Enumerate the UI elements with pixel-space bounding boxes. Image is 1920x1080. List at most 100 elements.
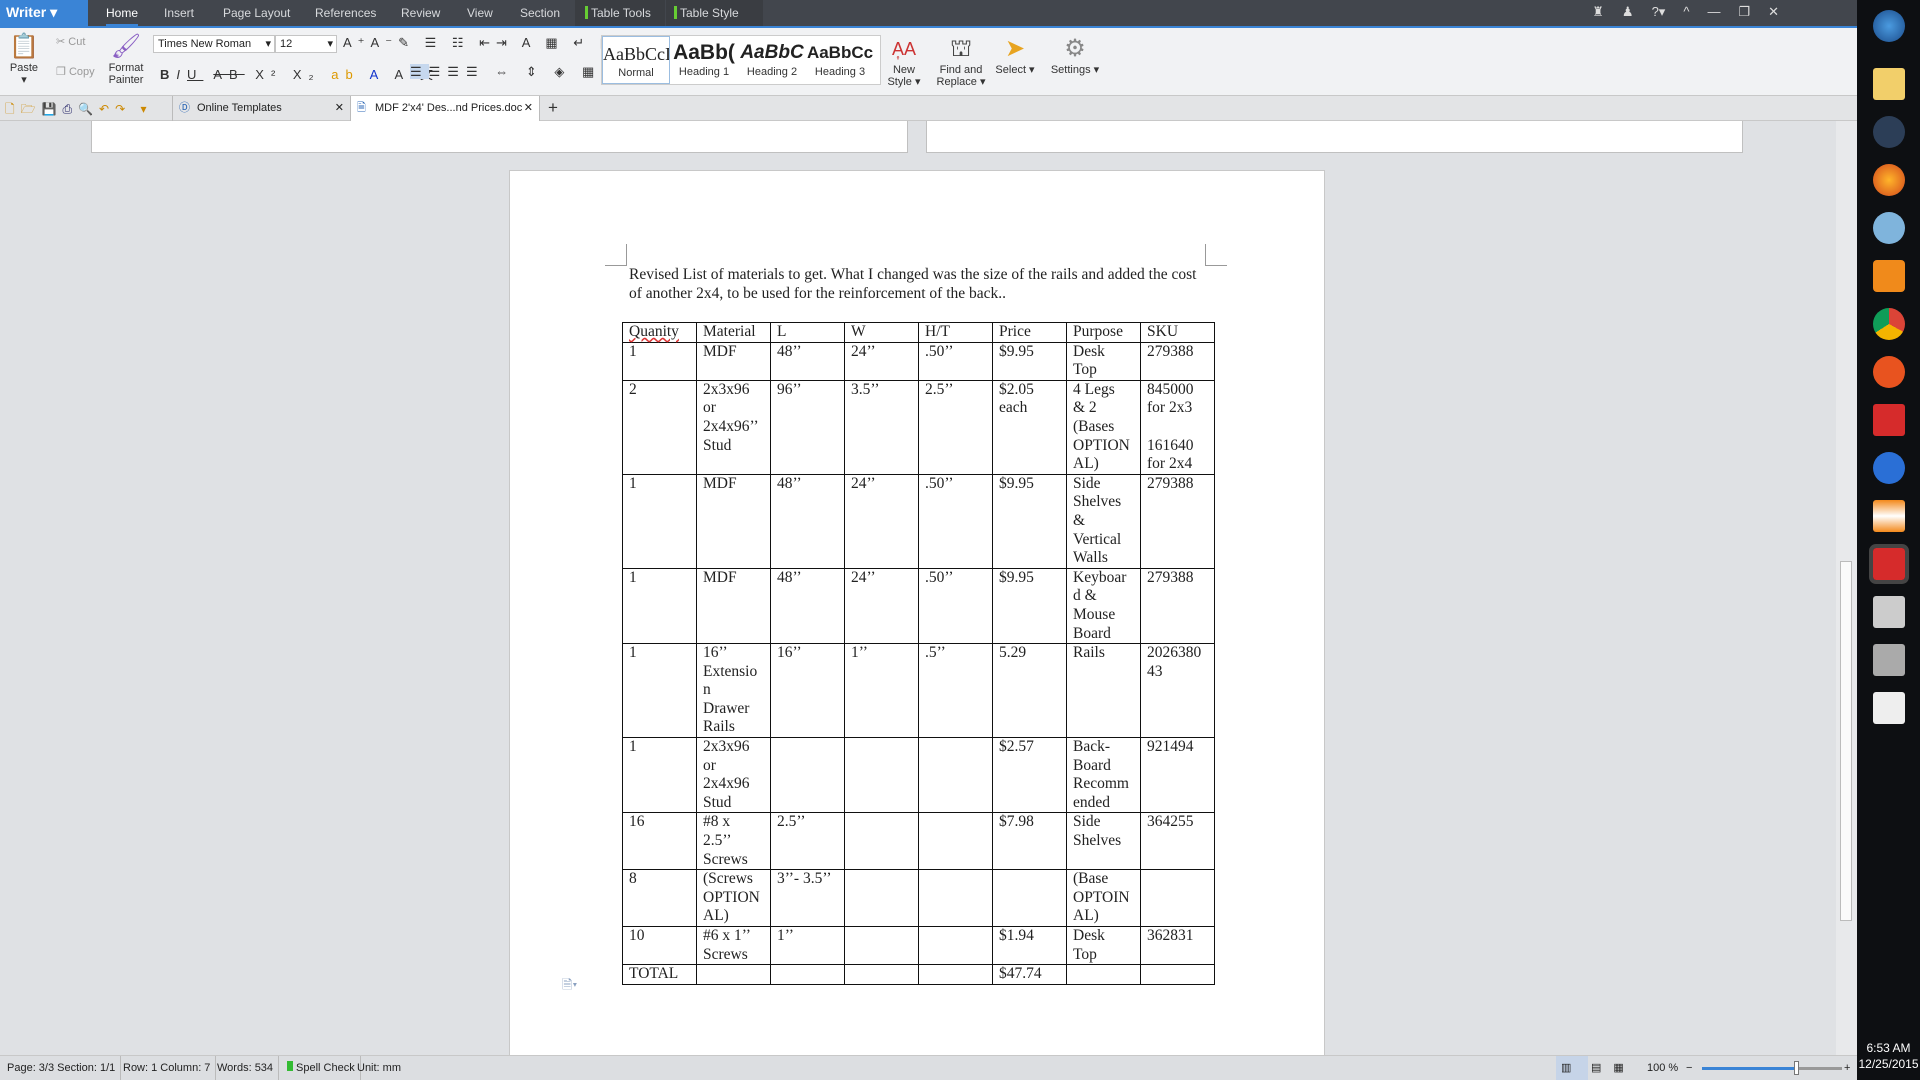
- document-area[interactable]: Revised List of materials to get. What I…: [0, 121, 1836, 1055]
- table-cell[interactable]: 3.5’’: [844, 379, 919, 475]
- media-player-icon[interactable]: [1873, 260, 1905, 292]
- vlc-icon[interactable]: [1873, 500, 1905, 532]
- wps-presentation-icon[interactable]: [1873, 404, 1905, 436]
- find-replace-button[interactable]: ⛫ Find and Replace ▾: [934, 34, 988, 88]
- table-cell[interactable]: .50’’: [918, 473, 993, 569]
- tab-section[interactable]: Section: [520, 0, 560, 26]
- table-cell[interactable]: 1: [622, 737, 697, 814]
- table-cell[interactable]: MDF: [696, 567, 771, 645]
- table-cell[interactable]: $2.05 each: [992, 379, 1067, 475]
- table-header-cell[interactable]: L: [770, 322, 845, 343]
- close-tab-icon[interactable]: ✕: [524, 96, 533, 121]
- system-clock[interactable]: 6:53 AM 12/25/2015: [1857, 1040, 1920, 1072]
- table-cell[interactable]: [696, 964, 771, 985]
- close-tab-icon[interactable]: ✕: [335, 96, 344, 121]
- paragraph-tools[interactable]: ☰☰☰☰ ⇔ ⇕ ◈ ▦: [410, 64, 601, 80]
- table-cell[interactable]: 3’’- 3.5’’: [770, 869, 845, 927]
- firefox-icon[interactable]: [1873, 164, 1905, 196]
- table-cell[interactable]: #8 x 2.5’’ Screws: [696, 812, 771, 871]
- table-cell[interactable]: 1’’: [770, 925, 845, 966]
- table-cell[interactable]: 845000 for 2x3 161640 for 2x4: [1140, 379, 1215, 475]
- table-cell[interactable]: 364255: [1140, 812, 1215, 871]
- table-cell[interactable]: 921494: [1140, 737, 1215, 814]
- table-cell[interactable]: [1140, 964, 1215, 985]
- help-icon[interactable]: ?▾: [1652, 4, 1666, 20]
- table-cell[interactable]: Side Shelves: [1066, 812, 1141, 871]
- style-heading-1[interactable]: AaBb(Heading 1: [670, 36, 738, 84]
- style-normal[interactable]: AaBbCcI Normal: [602, 36, 670, 84]
- table-cell[interactable]: Desk Top: [1066, 925, 1141, 966]
- table-cell[interactable]: 96’’: [770, 379, 845, 475]
- table-cell[interactable]: 2.5’’: [918, 379, 993, 475]
- table-cell[interactable]: 16’’: [770, 643, 845, 739]
- wps-writer-icon[interactable]: [1869, 544, 1909, 584]
- table-cell[interactable]: (Screws OPTION AL): [696, 869, 771, 927]
- page[interactable]: Revised List of materials to get. What I…: [509, 170, 1325, 1055]
- spell-check[interactable]: Spell Check: [282, 1056, 361, 1080]
- table-cell[interactable]: MDF: [696, 341, 771, 381]
- writer-menu-button[interactable]: Writer ▾: [0, 0, 88, 26]
- table-cell[interactable]: Rails: [1066, 643, 1141, 739]
- table-cell[interactable]: [918, 737, 993, 814]
- table-cell[interactable]: 16’’ Extensio n Drawer Rails: [696, 643, 771, 739]
- gamepad-icon[interactable]: [1873, 596, 1905, 628]
- vertical-scrollbar[interactable]: [1836, 121, 1857, 1055]
- table-cell[interactable]: 1: [622, 473, 697, 569]
- new-tab-button[interactable]: +: [548, 98, 558, 118]
- tab-table-tools[interactable]: Table Tools: [575, 0, 665, 26]
- zoom-slider[interactable]: [1702, 1061, 1842, 1075]
- table-cell[interactable]: .50’’: [918, 567, 993, 645]
- tab-page-layout[interactable]: Page Layout: [223, 0, 290, 26]
- table-cell[interactable]: 16: [622, 812, 697, 871]
- view-mode-buttons[interactable]: ▤▦: [1586, 1056, 1641, 1080]
- table-cell[interactable]: [1066, 964, 1141, 985]
- table-cell[interactable]: 362831: [1140, 925, 1215, 966]
- table-cell[interactable]: 24’’: [844, 341, 919, 381]
- table-cell[interactable]: Keyboar d & Mouse Board: [1066, 567, 1141, 645]
- paste-button[interactable]: 📋 Paste ▾: [6, 32, 42, 86]
- table-header-cell[interactable]: Price: [992, 322, 1067, 343]
- table-cell[interactable]: 4 Legs & 2 (Bases OPTION AL): [1066, 379, 1141, 475]
- table-header-cell[interactable]: Material: [696, 322, 771, 343]
- table-header-cell[interactable]: Quanity: [622, 322, 697, 343]
- table-cell[interactable]: 279388: [1140, 341, 1215, 381]
- table-cell[interactable]: 8: [622, 869, 697, 927]
- table-cell[interactable]: TOTAL: [622, 964, 697, 985]
- font-size-select[interactable]: 12 ▾: [275, 35, 337, 53]
- table-header-cell[interactable]: Purpose: [1066, 322, 1141, 343]
- tab-review[interactable]: Review: [401, 0, 440, 26]
- close-icon[interactable]: ✕: [1768, 4, 1779, 20]
- tab-references[interactable]: References: [315, 0, 376, 26]
- tab-online-templates[interactable]: Ⓓ Online Templates ✕: [172, 96, 350, 121]
- malwarebytes-icon[interactable]: [1873, 452, 1905, 484]
- zoom-in-button[interactable]: +: [1844, 1056, 1850, 1080]
- table-cell[interactable]: [844, 869, 919, 927]
- table-cell[interactable]: [844, 925, 919, 966]
- paste-options-icon[interactable]: 🗎▾: [562, 976, 577, 998]
- table-cell[interactable]: $9.95: [992, 567, 1067, 645]
- font-family-select[interactable]: Times New Roman ▾: [153, 35, 275, 53]
- table-cell[interactable]: [770, 737, 845, 814]
- table-cell[interactable]: 1: [622, 643, 697, 739]
- minimize-icon[interactable]: —: [1707, 4, 1720, 20]
- table-cell[interactable]: $9.95: [992, 341, 1067, 381]
- style-heading-3[interactable]: AaBbCc Heading 3: [806, 36, 874, 84]
- quick-access-toolbar[interactable]: 🗋🗁💾⎙🔍↶↷ ▾: [5, 100, 153, 121]
- select-button[interactable]: ➤ Select ▾: [995, 34, 1035, 76]
- table-cell[interactable]: [1140, 869, 1215, 927]
- new-style-button[interactable]: A͎A New Style ▾: [884, 34, 924, 88]
- materials-table[interactable]: Quanity Material L W H/T Price Purpose SKU 1 MDF 4…: [622, 322, 1215, 985]
- table-cell[interactable]: [770, 964, 845, 985]
- word-count[interactable]: Words: 534: [212, 1056, 280, 1080]
- restore-icon[interactable]: ❐: [1738, 4, 1750, 20]
- collapse-ribbon-icon[interactable]: ^: [1683, 4, 1689, 20]
- skin-icon[interactable]: ♜: [1592, 4, 1604, 20]
- table-header-cell[interactable]: SKU: [1140, 322, 1215, 343]
- table-cell[interactable]: 2.5’’: [770, 812, 845, 871]
- table-cell[interactable]: [844, 964, 919, 985]
- document-app-icon[interactable]: [1873, 692, 1905, 724]
- table-cell[interactable]: $7.98: [992, 812, 1067, 871]
- cut-button[interactable]: ✂ Cut: [56, 36, 85, 48]
- table-cell[interactable]: [918, 869, 993, 927]
- table-cell[interactable]: 5.29: [992, 643, 1067, 739]
